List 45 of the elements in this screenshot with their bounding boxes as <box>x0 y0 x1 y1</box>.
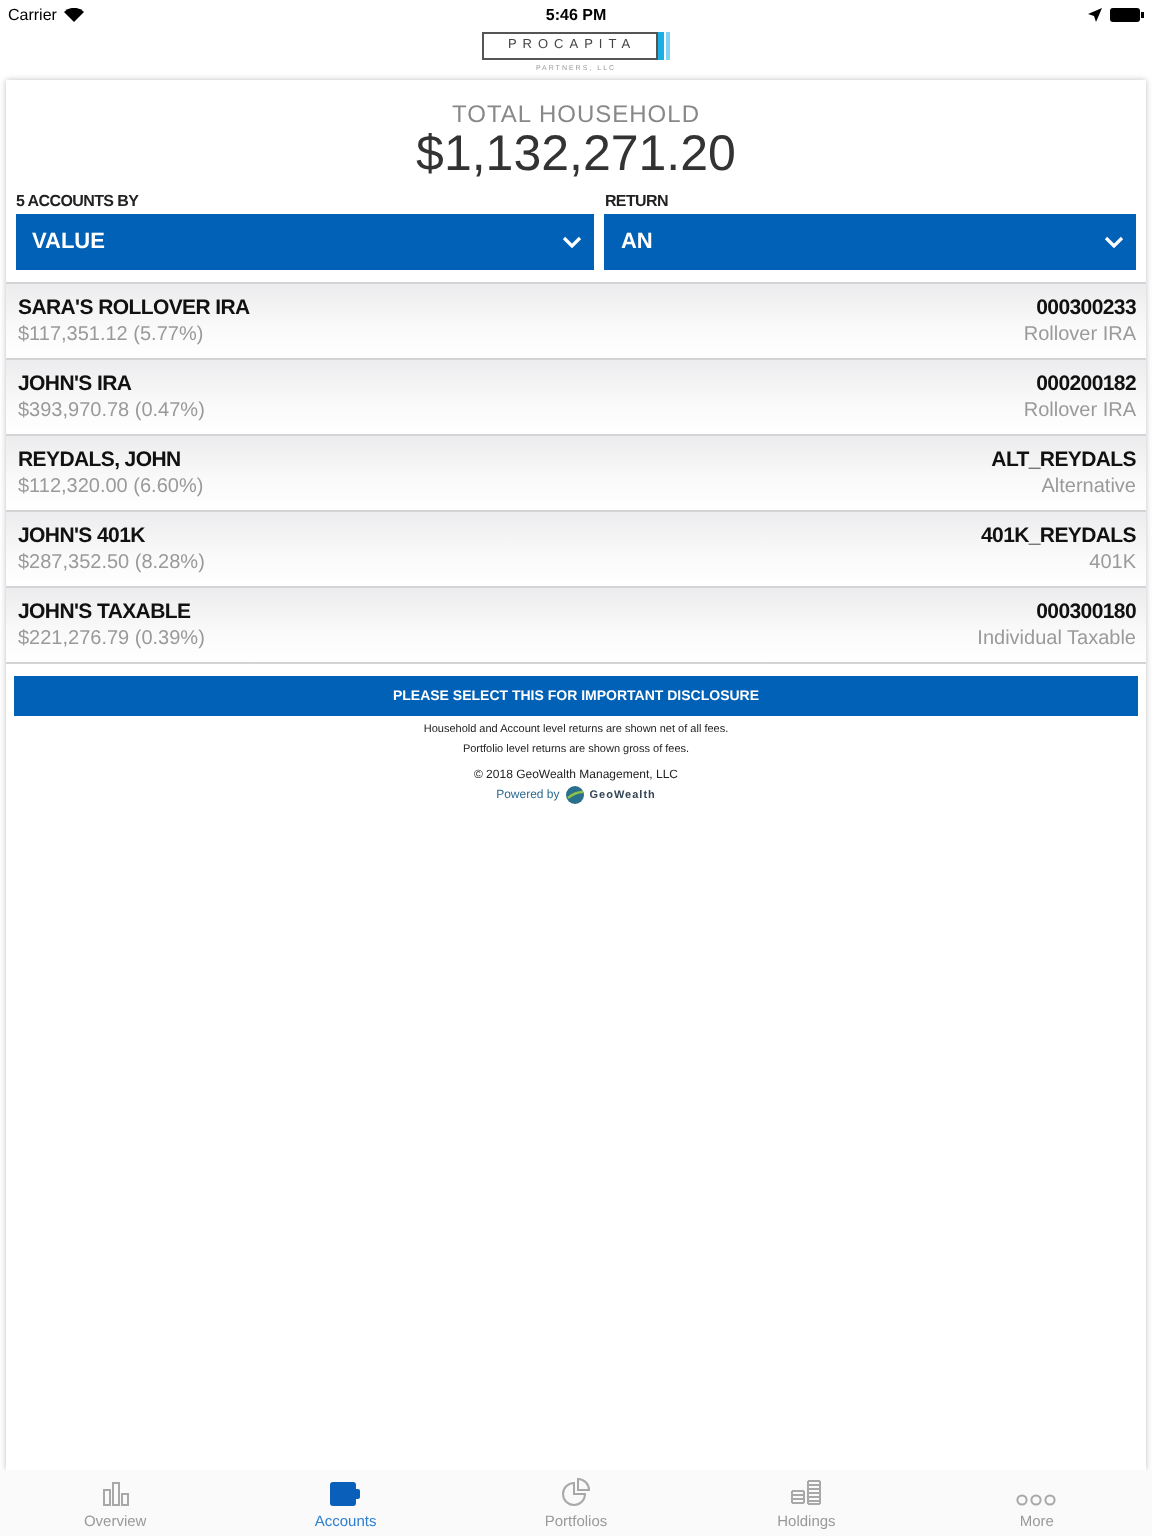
account-name: JOHN'S 401K <box>18 524 147 550</box>
account-number: ALT_REYDALS <box>991 448 1136 474</box>
dropdown-label: RETURN <box>604 192 670 210</box>
logo-stripes-icon <box>658 32 671 60</box>
account-number: 000300180 <box>1036 600 1136 626</box>
dropdown[interactable]: AN <box>604 214 1136 270</box>
dropdown-label: 5 ACCOUNTS BY <box>16 192 141 210</box>
account-type: 401K <box>1089 550 1136 578</box>
account-row[interactable]: REYDALS, JOHN $112,320.00 (6.60%) ALT_REYDALS Alternative <box>6 436 1146 512</box>
globe-logo-icon <box>565 786 584 804</box>
account-name: REYDALS, JOHN <box>18 448 183 474</box>
account-row[interactable]: JOHN'S 401K $287,352.50 (8.28%) 401K_REYDALS 401K <box>6 512 1146 588</box>
account-value: $221,276.79 (0.39%) <box>18 626 205 654</box>
wallet-icon <box>330 1482 361 1506</box>
total-label: TOTAL HOUSEHOLD <box>450 100 702 128</box>
account-value: $112,320.00 (6.60%) <box>18 474 204 502</box>
dropdown[interactable]: VALUE <box>16 214 595 270</box>
bar-chart-icon <box>101 1482 130 1506</box>
account-type: Rollover IRA <box>1023 398 1136 426</box>
location-arrow-icon <box>1088 7 1102 21</box>
wifi-icon <box>64 7 85 21</box>
account-name: JOHN'S TAXABLE <box>18 600 193 626</box>
account-number: 000200182 <box>1036 372 1136 398</box>
carrier-label: Carrier <box>8 5 57 23</box>
account-number: 401K_REYDALS <box>980 524 1136 550</box>
account-type: Alternative <box>1041 474 1136 502</box>
account-name: SARA'S ROLLOVER IRA <box>18 296 250 322</box>
account-row[interactable]: JOHN'S IRA $393,970.78 (0.47%) 000200182 Rollover IRA <box>6 360 1146 436</box>
coin-stack-icon <box>790 1478 823 1506</box>
account-number: 000300233 <box>1036 296 1136 322</box>
account-type: Individual Taxable <box>977 626 1136 654</box>
battery-icon <box>1110 7 1144 21</box>
account-value: $287,352.50 (8.28%) <box>18 550 205 578</box>
clock-time: 5:46 PM <box>545 5 607 23</box>
account-type: Rollover IRA <box>1023 322 1136 350</box>
account-value: $117,351.12 (5.77%) <box>18 322 206 350</box>
account-value: $393,970.78 (0.47%) <box>18 398 205 426</box>
total-amount: $1,132,271.20 <box>414 128 738 180</box>
more-icon <box>1016 1494 1057 1506</box>
account-row[interactable]: SARA'S ROLLOVER IRA $117,351.12 (5.77%) 000300233 Rollover IRA <box>6 284 1146 360</box>
account-row[interactable]: JOHN'S TAXABLE $221,276.79 (0.39%) 000300180 Individual Taxable <box>6 588 1146 664</box>
pie-chart-icon <box>562 1478 590 1506</box>
chevron-down-icon <box>562 236 583 248</box>
account-name: JOHN'S IRA <box>18 372 134 398</box>
chevron-down-icon <box>1104 236 1124 248</box>
